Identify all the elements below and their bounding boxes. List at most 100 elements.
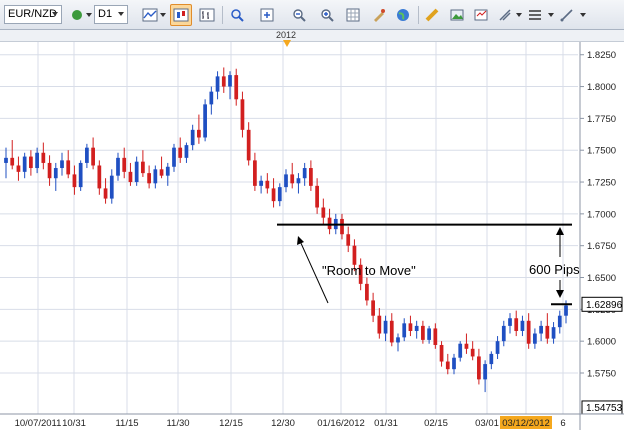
crosshair-button[interactable] — [226, 4, 248, 26]
bearish-candle — [315, 185, 319, 208]
bullish-candle — [483, 364, 487, 380]
price-tick-label: 1.8250 — [587, 50, 616, 61]
zoom-out-icon — [293, 9, 306, 22]
bearish-candle — [10, 157, 15, 166]
settings-button[interactable] — [524, 4, 546, 26]
settings-icon — [529, 10, 541, 20]
time-tick-label: 10/07/2011 — [15, 418, 62, 429]
bearish-candle — [470, 348, 475, 357]
bearish-candle — [197, 129, 201, 138]
bullish-candle — [53, 168, 58, 179]
bearish-candle — [389, 320, 394, 343]
bearish-candle — [240, 99, 245, 130]
bearish-candle — [47, 162, 52, 179]
indicators-icon — [499, 9, 511, 21]
timeframe-select[interactable]: D1 — [94, 5, 128, 24]
bullish-candle — [203, 104, 207, 138]
bullish-candle — [4, 157, 8, 163]
bullish-candle — [533, 333, 537, 344]
zoom-out-button[interactable] — [288, 4, 310, 26]
bearish-candle — [309, 168, 313, 186]
globe-button[interactable] — [392, 4, 414, 26]
bar-chart-button[interactable] — [196, 4, 218, 26]
time-tick-label: 03/01 — [475, 418, 499, 429]
toolbar-divider — [418, 6, 419, 24]
bullish-candle — [209, 91, 214, 105]
bearish-candle — [352, 245, 357, 265]
bearish-candle — [346, 234, 351, 246]
chevron-down-icon — [548, 13, 554, 17]
bearish-candle — [377, 315, 382, 334]
symbol-select-value: EUR/NZD — [8, 8, 57, 20]
bearish-candle — [178, 147, 183, 158]
screenshot-icon — [450, 9, 464, 21]
bearish-candle — [66, 160, 71, 175]
bearish-candle — [439, 344, 444, 362]
room-to-move-label: "Room to Move" — [322, 263, 416, 278]
bullish-candle — [296, 178, 301, 184]
indicator-circle-button[interactable] — [66, 4, 88, 26]
bullish-candle — [520, 320, 525, 331]
bullish-candle — [495, 341, 500, 354]
chevron-down-icon — [86, 13, 92, 17]
bullish-candle — [383, 320, 388, 334]
bearish-candle — [365, 283, 369, 301]
bearish-candle — [433, 328, 438, 345]
ruler-button[interactable] — [421, 4, 443, 26]
time-tick-label: 02/15 — [424, 418, 448, 429]
zoom-in-button[interactable] — [256, 4, 278, 26]
drawing-tool-button[interactable] — [556, 4, 578, 26]
grid-button[interactable] — [342, 4, 364, 26]
bearish-candle — [103, 188, 108, 199]
bullish-candle — [508, 318, 512, 326]
bullish-candle — [489, 353, 494, 365]
time-navigator[interactable]: 2012 — [0, 30, 624, 47]
price-tick-label: 1.6500 — [587, 273, 616, 284]
bullish-candle — [116, 157, 120, 176]
bullish-candle — [85, 147, 89, 163]
bullish-candle — [539, 325, 543, 334]
globe-icon — [397, 9, 409, 21]
bullish-candle — [402, 323, 407, 338]
bullish-candle — [190, 129, 195, 146]
line-chart-button[interactable] — [139, 4, 161, 26]
chevron-down-icon — [160, 13, 166, 17]
candlestick-chart-button[interactable] — [170, 4, 192, 26]
bullish-candle — [184, 145, 189, 158]
zoom-fit-button[interactable] — [316, 4, 338, 26]
bullish-candle — [427, 328, 431, 340]
bearish-candle — [290, 174, 295, 184]
time-tick-label: 01/31 — [374, 418, 398, 429]
symbol-select[interactable]: EUR/NZD — [4, 5, 62, 24]
bullish-candle — [215, 76, 220, 92]
bearish-candle — [234, 75, 239, 100]
price-tick-label: 1.6750 — [587, 241, 616, 252]
bearish-candle — [526, 320, 531, 344]
color-scheme-icon — [374, 9, 385, 22]
current-price-tag: 1.62896 — [581, 296, 623, 312]
bullish-candle — [109, 175, 114, 199]
bearish-candle — [29, 156, 33, 169]
bullish-candle — [228, 75, 232, 87]
color-scheme-button[interactable] — [368, 4, 390, 26]
candlestick-series — [4, 67, 568, 393]
bearish-candle — [246, 129, 251, 161]
indicators-button[interactable] — [494, 4, 516, 26]
screenshot-button[interactable] — [446, 4, 468, 26]
bearish-candle — [122, 157, 127, 172]
bearish-candle — [141, 161, 145, 174]
bullish-candle — [172, 147, 176, 167]
print-button[interactable] — [470, 4, 492, 26]
bearish-candle — [271, 188, 276, 202]
line-chart-icon — [142, 8, 158, 22]
zoom-fit-icon — [321, 9, 334, 22]
bearish-candle — [41, 152, 46, 163]
bearish-candle — [445, 361, 450, 370]
low-price-tag: 1.54753 — [581, 400, 623, 415]
price-chart[interactable]: "Room to Move" 600 Pips 1.8250 1.8000 1.77… — [0, 42, 624, 430]
bearish-candle — [327, 217, 332, 230]
bearish-candle — [159, 169, 164, 176]
chevron-down-icon — [516, 13, 522, 17]
crosshair-icon — [231, 9, 244, 22]
bullish-candle — [165, 166, 170, 176]
